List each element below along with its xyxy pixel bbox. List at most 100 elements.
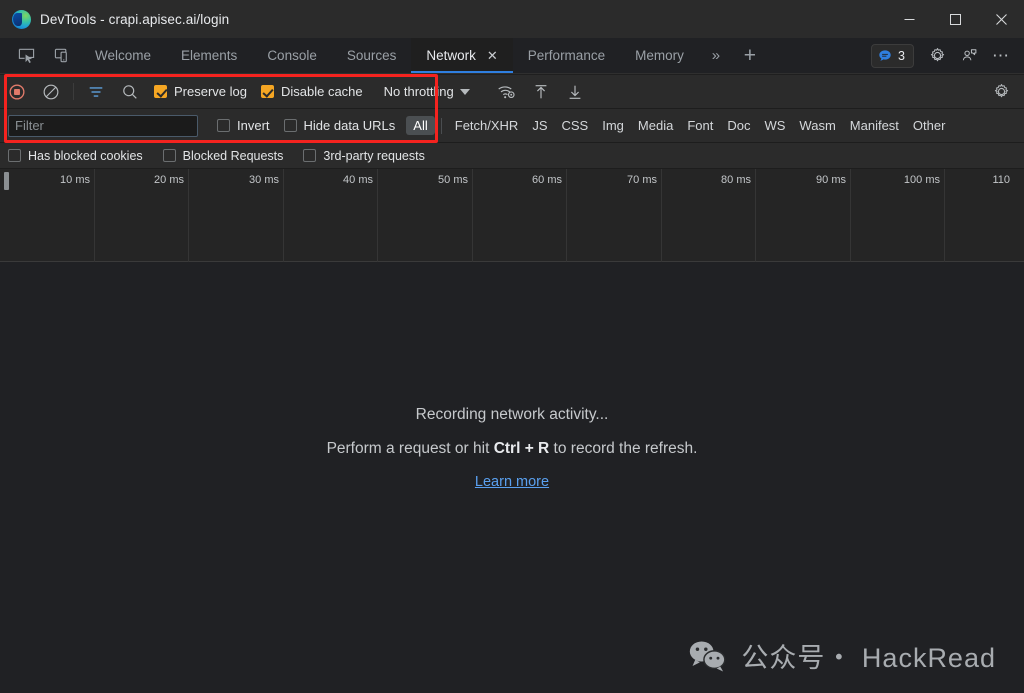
network-toolbar: Preserve log Disable cache No throttling — [0, 75, 1024, 109]
gear-icon[interactable] — [922, 42, 952, 70]
preserve-log-checkbox[interactable]: Preserve log — [147, 84, 254, 99]
filter-type-img[interactable]: Img — [595, 116, 631, 135]
third-party-requests-checkbox[interactable]: 3rd-party requests — [295, 149, 432, 163]
chevron-down-icon — [459, 88, 470, 95]
clear-button[interactable] — [34, 75, 68, 109]
blocked-requests-box[interactable] — [162, 149, 176, 162]
invert-label: Invert — [237, 118, 270, 133]
tab-bar-right: 3 ⋯ — [871, 38, 1024, 73]
tab-close-icon[interactable]: ✕ — [487, 49, 498, 62]
timeline-tick: 50 ms — [378, 169, 473, 262]
timeline-tick: 40 ms — [284, 169, 378, 262]
ellipsis-icon[interactable]: ⋯ — [986, 42, 1016, 70]
timeline-tick: 10 ms — [0, 169, 95, 262]
close-button[interactable] — [978, 0, 1024, 38]
devtools-window: DevTools - crapi.apisec.ai/login Welcome… — [0, 0, 1024, 693]
minimize-button[interactable] — [886, 0, 932, 38]
tab-elements[interactable]: Elements — [166, 38, 252, 73]
wechat-icon — [690, 640, 726, 671]
hide-data-urls-checkbox[interactable]: Hide data URLs — [277, 118, 403, 133]
has-blocked-cookies-checkbox[interactable]: Has blocked cookies — [0, 149, 151, 163]
timeline-tick-label: 90 ms — [816, 174, 846, 186]
watermark-text: 公众号・ HackRead — [741, 643, 996, 673]
window-title: DevTools - crapi.apisec.ai/login — [40, 11, 230, 27]
timeline-tick: 100 ms — [851, 169, 945, 262]
filter-type-js[interactable]: JS — [525, 116, 554, 135]
title-bar-left: DevTools - crapi.apisec.ai/login — [0, 9, 230, 29]
empty-state-subtitle: Perform a request or hit Ctrl + R to rec… — [327, 440, 698, 458]
timeline-tick-label: 60 ms — [532, 174, 562, 186]
filter-type-font[interactable]: Font — [680, 116, 720, 135]
tab-label: Sources — [346, 48, 397, 63]
network-settings-gear-icon[interactable] — [984, 75, 1018, 109]
feedback-icon[interactable] — [954, 42, 984, 70]
filter-type-doc[interactable]: Doc — [720, 116, 757, 135]
filter-input[interactable] — [8, 114, 198, 137]
tab-label: Console — [267, 48, 317, 63]
tab-console[interactable]: Console — [252, 38, 332, 73]
network-conditions-icon[interactable] — [490, 75, 524, 109]
timeline-tick: 60 ms — [473, 169, 567, 262]
network-options-row: Has blocked cookies Blocked Requests 3rd… — [0, 143, 1024, 169]
has-blocked-cookies-box[interactable] — [8, 149, 21, 162]
message-count-badge[interactable]: 3 — [871, 43, 914, 68]
inspect-element-icon[interactable] — [8, 38, 44, 73]
filter-toggle-button[interactable] — [79, 75, 113, 109]
third-party-requests-label: 3rd-party requests — [323, 148, 425, 163]
timeline-tick-label: 80 ms — [721, 174, 751, 186]
export-har-icon[interactable] — [558, 75, 592, 109]
timeline-tick-label: 30 ms — [249, 174, 279, 186]
tab-label: Network — [426, 48, 476, 63]
tab-label: Elements — [181, 48, 238, 63]
learn-more-link[interactable]: Learn more — [475, 474, 549, 490]
invert-box[interactable] — [217, 119, 230, 132]
resource-type-filters: All Fetch/XHR JS CSS Img Media Font Doc … — [406, 116, 952, 135]
filter-type-media[interactable]: Media — [631, 116, 680, 135]
filter-type-other[interactable]: Other — [906, 116, 953, 135]
timeline-tick-label: 10 ms — [60, 174, 90, 186]
ellipsis-label: ⋯ — [992, 46, 1010, 65]
tab-memory[interactable]: Memory — [620, 38, 699, 73]
third-party-requests-box[interactable] — [303, 149, 317, 162]
blocked-requests-checkbox[interactable]: Blocked Requests — [155, 149, 292, 163]
disable-cache-box[interactable] — [260, 85, 274, 98]
invert-checkbox[interactable]: Invert — [210, 118, 277, 133]
throttling-dropdown[interactable]: No throttling — [374, 81, 478, 103]
disable-cache-label: Disable cache — [280, 84, 363, 99]
timeline-tick-label: 20 ms — [154, 174, 184, 186]
tab-label: Memory — [635, 48, 684, 63]
tab-label: Welcome — [95, 48, 152, 63]
filter-type-all[interactable]: All — [406, 116, 435, 135]
filter-type-css[interactable]: CSS — [555, 116, 596, 135]
more-tabs-icon[interactable]: » — [699, 38, 733, 73]
import-har-icon[interactable] — [524, 75, 558, 109]
network-timeline-ruler[interactable]: 10 ms 20 ms 30 ms 40 ms 50 ms 60 ms 70 m… — [0, 169, 1024, 262]
timeline-tick: 90 ms — [756, 169, 851, 262]
tab-welcome[interactable]: Welcome — [80, 38, 166, 73]
timeline-tick: 70 ms — [567, 169, 662, 262]
blocked-requests-label: Blocked Requests — [182, 148, 284, 163]
filter-type-wasm[interactable]: Wasm — [792, 116, 842, 135]
empty-state-subtitle-before: Perform a request or hit — [326, 439, 494, 457]
maximize-button[interactable] — [932, 0, 978, 38]
add-tab-icon[interactable]: + — [733, 38, 767, 73]
hide-data-urls-label: Hide data URLs — [303, 118, 396, 133]
tab-sources[interactable]: Sources — [332, 38, 412, 73]
record-stop-button[interactable] — [0, 75, 34, 109]
tab-network[interactable]: Network ✕ — [411, 38, 514, 73]
empty-state-shortcut: Ctrl + R — [493, 439, 550, 457]
device-toolbar-icon[interactable] — [44, 38, 80, 73]
message-count: 3 — [898, 48, 905, 63]
timeline-tick: 30 ms — [189, 169, 284, 262]
hide-data-urls-box[interactable] — [283, 119, 297, 132]
tab-performance[interactable]: Performance — [513, 38, 620, 73]
watermark: 公众号・ HackRead — [688, 636, 996, 675]
edge-logo-icon — [12, 9, 31, 29]
search-button[interactable] — [113, 75, 147, 109]
disable-cache-checkbox[interactable]: Disable cache — [254, 84, 370, 99]
preserve-log-box[interactable] — [154, 85, 167, 98]
throttling-value: No throttling — [383, 84, 454, 99]
filter-type-manifest[interactable]: Manifest — [843, 116, 906, 135]
filter-type-fetch-xhr[interactable]: Fetch/XHR — [448, 116, 526, 135]
filter-type-ws[interactable]: WS — [757, 116, 792, 135]
